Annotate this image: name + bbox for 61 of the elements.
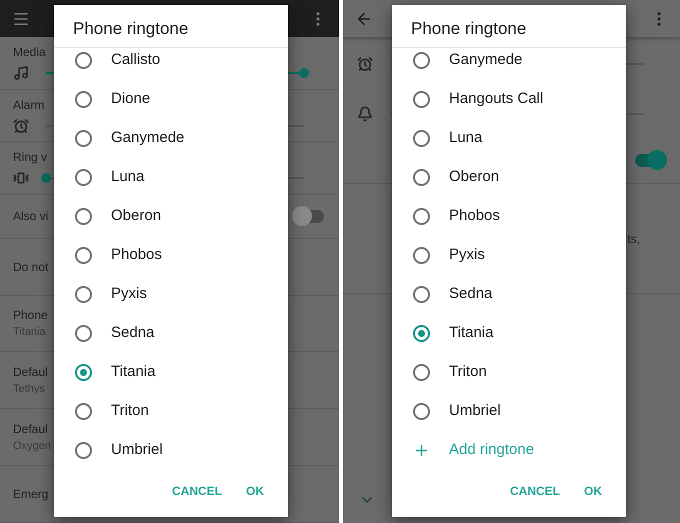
- radio-button[interactable]: [413, 247, 430, 264]
- setting-label: Defaul: [13, 421, 48, 438]
- setting-label: Defaul: [13, 364, 48, 382]
- radio-button[interactable]: [75, 247, 92, 264]
- radio-button[interactable]: [413, 325, 430, 342]
- ringtone-option[interactable]: Umbriel: [54, 431, 288, 465]
- alarm-clock-icon: [357, 56, 373, 72]
- setting-label: Do not: [13, 258, 48, 276]
- radio-button[interactable]: [413, 52, 430, 69]
- ringtone-option[interactable]: Triton: [54, 392, 288, 431]
- dialog-title: Phone ringtone: [73, 18, 188, 40]
- ringtone-option[interactable]: Oberon: [54, 197, 288, 236]
- ringtone-option[interactable]: Dione: [54, 80, 288, 119]
- ringtone-option[interactable]: Phobos: [54, 236, 288, 275]
- toggle-switch[interactable]: [633, 150, 667, 170]
- setting-label: Emerg: [13, 486, 48, 504]
- ringtone-option[interactable]: Titania: [54, 353, 288, 392]
- ringtone-option[interactable]: Sedna: [54, 314, 288, 353]
- ringtone-option[interactable]: Phobos: [392, 197, 626, 236]
- radio-button[interactable]: [75, 325, 92, 342]
- radio-button[interactable]: [413, 208, 430, 225]
- radio-button[interactable]: [413, 364, 430, 381]
- music-note-icon: [13, 65, 29, 81]
- setting-label: Phone: [13, 307, 48, 324]
- alarm-clock-icon: [13, 118, 29, 134]
- radio-button[interactable]: [75, 169, 92, 186]
- radio-button[interactable]: [75, 364, 92, 381]
- radio-button[interactable]: [75, 286, 92, 303]
- setting-label: Also vi: [13, 208, 48, 226]
- ringtone-option[interactable]: Umbriel: [392, 392, 626, 431]
- radio-button[interactable]: [413, 169, 430, 186]
- radio-button[interactable]: [413, 91, 430, 108]
- toggle-switch[interactable]: [292, 206, 326, 226]
- vibrate-icon: [13, 170, 29, 186]
- radio-button[interactable]: [75, 403, 92, 420]
- bell-icon: [357, 106, 373, 122]
- radio-button[interactable]: [75, 442, 92, 459]
- plus-icon: [413, 442, 430, 459]
- slider-thumb[interactable]: [41, 173, 51, 184]
- setting-summary: ts,: [627, 230, 640, 248]
- ringtone-option[interactable]: Luna: [54, 158, 288, 197]
- ringtone-option[interactable]: Sedna: [392, 275, 626, 314]
- setting-label: Media: [13, 44, 46, 61]
- ringtone-option[interactable]: Luna: [392, 119, 626, 158]
- setting-label: Ring v: [13, 149, 48, 166]
- ringtone-option[interactable]: Pyxis: [392, 236, 626, 275]
- ringtone-option[interactable]: Callisto: [54, 48, 288, 80]
- radio-button[interactable]: [75, 130, 92, 147]
- ringtone-option[interactable]: Oberon: [392, 158, 626, 197]
- radio-button[interactable]: [75, 91, 92, 108]
- dialog-title: Phone ringtone: [411, 18, 526, 40]
- radio-button[interactable]: [413, 403, 430, 420]
- radio-button[interactable]: [75, 52, 92, 69]
- ringtone-option[interactable]: Triton: [392, 353, 626, 392]
- radio-button[interactable]: [75, 208, 92, 225]
- radio-button[interactable]: [413, 286, 430, 303]
- ringtone-option[interactable]: Titania: [392, 314, 626, 353]
- setting-label: Alarm: [13, 96, 44, 114]
- ringtone-option[interactable]: Pyxis: [54, 275, 288, 314]
- radio-button[interactable]: [413, 130, 430, 147]
- slider-thumb[interactable]: [299, 68, 309, 78]
